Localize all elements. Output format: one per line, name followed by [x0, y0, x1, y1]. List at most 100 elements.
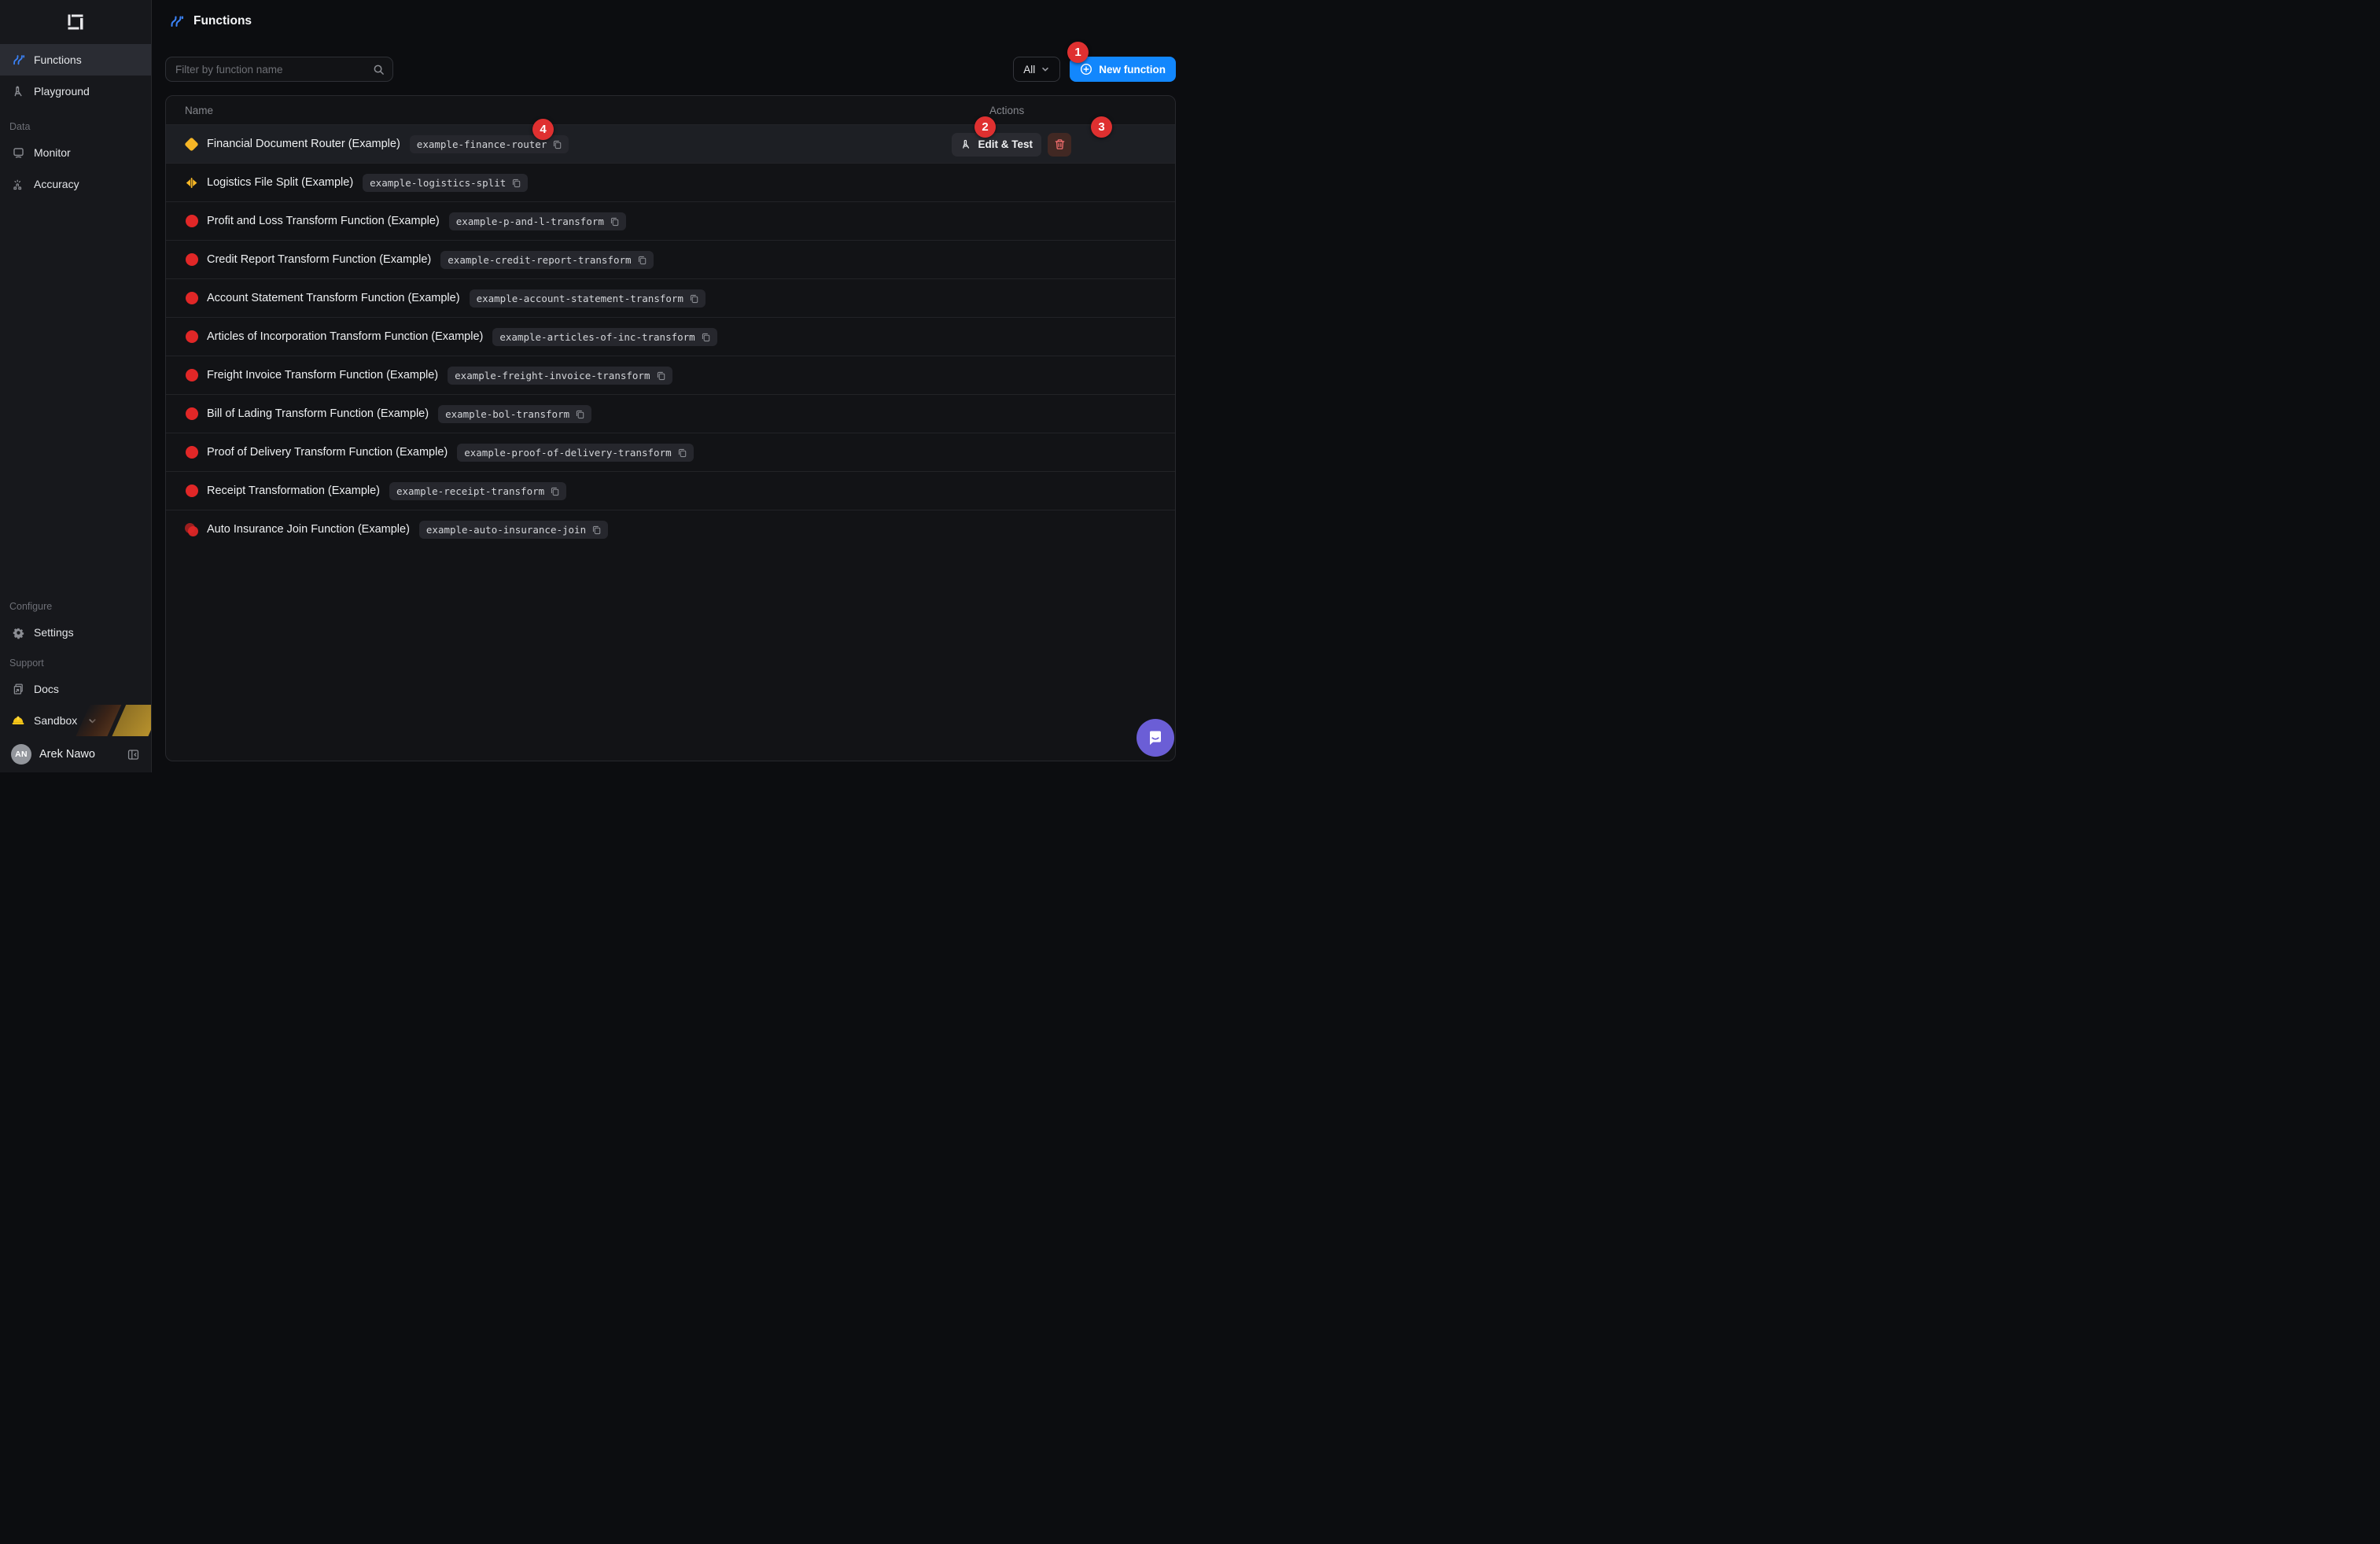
function-type-icon	[185, 292, 198, 305]
table-row[interactable]: Profit and Loss Transform Function (Exam…	[166, 201, 1175, 240]
sidebar: Functions Playground Data	[0, 0, 152, 772]
sidebar-item-label: Accuracy	[34, 178, 79, 190]
monitor-icon	[11, 146, 25, 160]
chat-widget-button[interactable]	[1137, 719, 1174, 757]
function-type-icon	[185, 253, 198, 267]
copy-icon[interactable]	[637, 255, 647, 265]
sidebar-item-label: Functions	[34, 53, 82, 66]
sidebar-item-playground[interactable]: Playground	[0, 76, 151, 107]
avatar: AN	[11, 744, 31, 765]
function-slug: example-finance-router	[417, 138, 547, 150]
functions-table: Name Actions Financial Document Router (…	[165, 95, 1176, 761]
gear-icon	[11, 625, 25, 639]
function-type-icon	[185, 407, 198, 421]
copy-icon[interactable]	[701, 332, 711, 342]
user-name: Arek Nawo	[39, 748, 95, 761]
chevron-down-icon	[1041, 64, 1050, 74]
function-slug: example-logistics-split	[370, 177, 506, 189]
function-slug-chip[interactable]: example-logistics-split	[363, 174, 528, 192]
copy-icon[interactable]	[575, 409, 585, 419]
sidebar-item-docs[interactable]: Docs	[0, 673, 151, 705]
circle-icon	[186, 446, 198, 459]
search-icon	[373, 64, 385, 76]
table-row[interactable]: Proof of Delivery Transform Function (Ex…	[166, 433, 1175, 471]
table-row[interactable]: Credit Report Transform Function (Exampl…	[166, 240, 1175, 278]
table-row[interactable]: Auto Insurance Join Function (Example) e…	[166, 510, 1175, 548]
filter-input[interactable]	[175, 64, 373, 76]
copy-icon[interactable]	[677, 448, 687, 458]
sidebar-item-functions[interactable]: Functions	[0, 44, 151, 76]
filter-input-wrap	[165, 57, 393, 82]
function-slug: example-account-statement-transform	[477, 293, 683, 304]
function-type-icon	[185, 369, 198, 382]
table-row[interactable]: Logistics File Split (Example) example-l…	[166, 163, 1175, 201]
trash-icon	[1054, 138, 1066, 150]
sidebar-item-settings[interactable]: Settings	[0, 617, 151, 648]
function-slug: example-auto-insurance-join	[426, 524, 586, 536]
sandbox-stripe-decoration	[109, 705, 151, 736]
sidebar-item-label: Settings	[34, 626, 74, 639]
copy-icon[interactable]	[552, 139, 562, 149]
sidebar-section-support: Support	[0, 656, 151, 670]
sidebar-item-monitor[interactable]: Monitor	[0, 137, 151, 168]
hard-hat-icon	[11, 713, 25, 728]
function-slug-chip[interactable]: example-freight-invoice-transform	[448, 367, 672, 385]
function-slug-chip[interactable]: example-account-statement-transform	[470, 289, 706, 308]
delete-function-button[interactable]	[1048, 133, 1071, 157]
filter-type-value: All	[1023, 64, 1035, 76]
sidebar-item-label: Sandbox	[34, 714, 77, 727]
copy-icon[interactable]	[656, 370, 666, 381]
table-row[interactable]: Freight Invoice Transform Function (Exam…	[166, 356, 1175, 394]
collapse-sidebar-icon[interactable]	[127, 748, 140, 761]
function-type-icon	[185, 138, 198, 151]
table-row[interactable]: Financial Document Router (Example) exam…	[166, 124, 1175, 163]
function-slug: example-articles-of-inc-transform	[499, 331, 694, 343]
circle-icon	[186, 253, 198, 266]
functions-wave-icon	[168, 13, 184, 29]
sidebar-item-label: Docs	[34, 683, 59, 695]
table-row[interactable]: Bill of Lading Transform Function (Examp…	[166, 394, 1175, 433]
function-name: Receipt Transformation (Example)	[207, 485, 380, 497]
function-slug-chip[interactable]: example-receipt-transform	[389, 482, 566, 500]
circle-icon	[186, 292, 198, 304]
function-slug-chip[interactable]: example-articles-of-inc-transform	[492, 328, 717, 346]
sidebar-section-data: Data	[0, 120, 151, 134]
sidebar-item-accuracy[interactable]: Accuracy	[0, 168, 151, 200]
sidebar-section-configure: Configure	[0, 599, 151, 614]
function-slug-chip[interactable]: example-credit-report-transform	[440, 251, 653, 269]
user-menu[interactable]: AN Arek Nawo	[0, 736, 151, 772]
copy-icon[interactable]	[511, 178, 521, 188]
app-logo[interactable]	[0, 0, 151, 44]
annotation-badge-1: 1	[1067, 42, 1089, 63]
filter-type-dropdown[interactable]: All	[1013, 57, 1060, 82]
row-actions: Edit & Test	[952, 125, 1071, 164]
split-icon	[185, 176, 198, 190]
copy-icon[interactable]	[689, 293, 699, 304]
new-function-button[interactable]: New function	[1070, 57, 1176, 82]
function-slug-chip[interactable]: example-auto-insurance-join	[419, 521, 608, 539]
logo-icon	[66, 13, 85, 31]
table-row[interactable]: Articles of Incorporation Transform Func…	[166, 317, 1175, 356]
function-type-icon	[185, 523, 198, 536]
table-row[interactable]: Receipt Transformation (Example) example…	[166, 471, 1175, 510]
function-name: Credit Report Transform Function (Exampl…	[207, 253, 431, 266]
table-header: Name Actions	[166, 96, 1175, 124]
annotation-badge-2: 2	[974, 116, 996, 138]
copy-icon[interactable]	[591, 525, 602, 535]
circle-icon	[186, 369, 198, 381]
function-name: Proof of Delivery Transform Function (Ex…	[207, 446, 448, 459]
function-type-icon	[185, 485, 198, 498]
plus-circle-icon	[1080, 63, 1092, 76]
function-name: Auto Insurance Join Function (Example)	[207, 523, 410, 536]
sidebar-item-sandbox[interactable]: Sandbox	[0, 705, 151, 736]
function-slug-chip[interactable]: example-proof-of-delivery-transform	[457, 444, 693, 462]
edit-and-test-button[interactable]: Edit & Test	[952, 133, 1041, 157]
function-slug-chip[interactable]: example-bol-transform	[438, 405, 591, 423]
table-row[interactable]: Account Statement Transform Function (Ex…	[166, 278, 1175, 317]
function-slug: example-bol-transform	[445, 408, 569, 420]
copy-icon[interactable]	[550, 486, 560, 496]
docs-icon	[11, 682, 25, 696]
copy-icon[interactable]	[610, 216, 620, 227]
column-header-actions: Actions	[989, 105, 1175, 116]
function-slug-chip[interactable]: example-p-and-l-transform	[449, 212, 626, 230]
